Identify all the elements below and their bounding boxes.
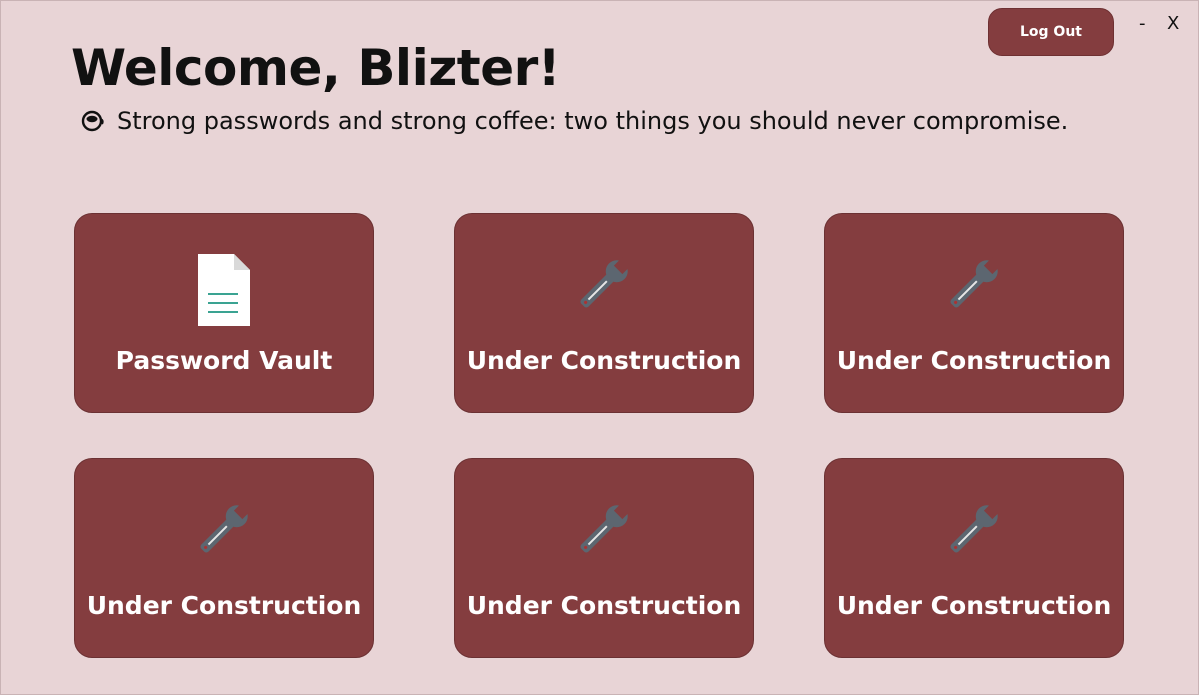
tile-under-construction[interactable]: Under Construction (74, 458, 374, 658)
app-window: Log Out - X Welcome, Blizter! Strong pas… (0, 0, 1199, 695)
coffee-cup-icon (81, 110, 104, 132)
tile-label: Under Construction (466, 346, 742, 375)
tagline-text: Strong passwords and strong coffee: two … (117, 107, 1069, 135)
tile-label: Password Vault (115, 346, 333, 375)
wrench-icon (950, 257, 1001, 308)
tile-label: Under Construction (86, 591, 362, 620)
tile-password-vault[interactable]: Password Vault (74, 213, 374, 413)
document-icon (198, 254, 250, 326)
tile-label: Under Construction (836, 346, 1112, 375)
wrench-icon (950, 502, 1001, 553)
tile-label: Under Construction (836, 591, 1112, 620)
wrench-icon (580, 257, 631, 308)
tile-under-construction[interactable]: Under Construction (824, 458, 1124, 658)
page-title: Welcome, Blizter! (71, 39, 561, 97)
tile-under-construction[interactable]: Under Construction (824, 213, 1124, 413)
wrench-icon (200, 502, 251, 553)
tile-under-construction[interactable]: Under Construction (454, 458, 754, 658)
minimize-button[interactable]: - (1139, 13, 1146, 34)
wrench-icon (580, 502, 631, 553)
close-button[interactable]: X (1167, 13, 1179, 34)
logout-button[interactable]: Log Out (988, 8, 1114, 56)
tile-under-construction[interactable]: Under Construction (454, 213, 754, 413)
tile-label: Under Construction (466, 591, 742, 620)
tagline: Strong passwords and strong coffee: two … (81, 107, 1068, 135)
